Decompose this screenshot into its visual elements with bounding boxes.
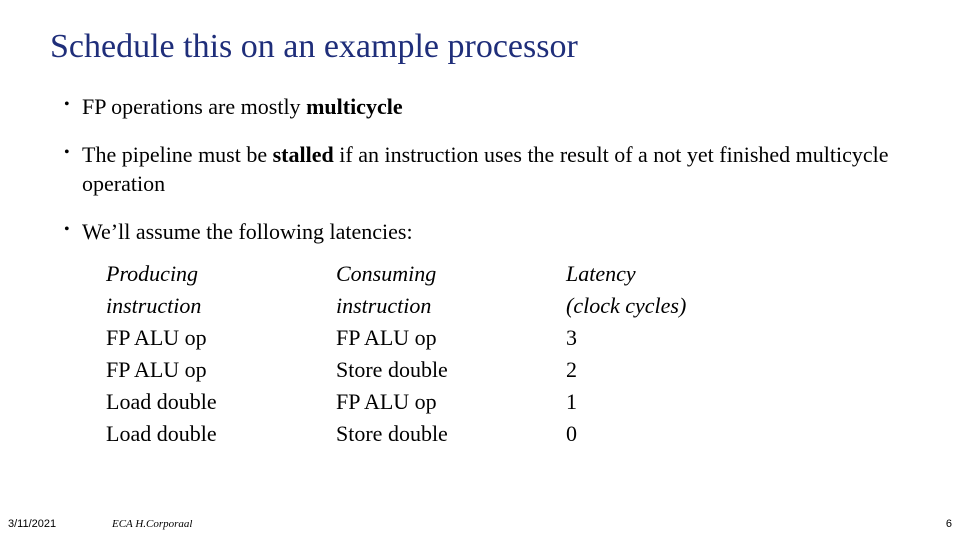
table-header-row: instruction instruction (clock cycles) [106, 290, 746, 322]
cell-producing: Load double [106, 386, 336, 418]
header-consuming: Consuming [336, 258, 566, 290]
cell-producing: FP ALU op [106, 354, 336, 386]
cell-producing: Load double [106, 418, 336, 450]
cell-latency: 0 [566, 418, 746, 450]
bullet-dot-icon: • [64, 92, 82, 122]
cell-latency: 2 [566, 354, 746, 386]
bold-span: stalled [273, 142, 334, 167]
cell-consuming: FP ALU op [336, 322, 566, 354]
bullet-list: • FP operations are mostly multicycle • … [64, 92, 910, 265]
cell-consuming: Store double [336, 354, 566, 386]
header-latency-sub: (clock cycles) [566, 290, 746, 322]
cell-latency: 3 [566, 322, 746, 354]
bullet-dot-icon: • [64, 140, 82, 199]
bullet-text: The pipeline must be stalled if an instr… [82, 140, 910, 199]
cell-producing: FP ALU op [106, 322, 336, 354]
header-latency: Latency [566, 258, 746, 290]
header-producing: Producing [106, 258, 336, 290]
text-span: FP operations are mostly [82, 94, 306, 119]
table-row: Load double FP ALU op 1 [106, 386, 746, 418]
table-row: FP ALU op FP ALU op 3 [106, 322, 746, 354]
table-row: FP ALU op Store double 2 [106, 354, 746, 386]
footer-date: 3/11/2021 [8, 518, 56, 530]
header-consuming-sub: instruction [336, 290, 566, 322]
bullet-dot-icon: • [64, 217, 82, 247]
bullet-item: • The pipeline must be stalled if an ins… [64, 140, 910, 199]
slide: Schedule this on an example processor • … [0, 0, 960, 540]
bullet-item: • FP operations are mostly multicycle [64, 92, 910, 122]
cell-consuming: Store double [336, 418, 566, 450]
header-producing-sub: instruction [106, 290, 336, 322]
bullet-text: FP operations are mostly multicycle [82, 92, 910, 122]
table-header-row: Producing Consuming Latency [106, 258, 746, 290]
cell-latency: 1 [566, 386, 746, 418]
bullet-item: • We’ll assume the following latencies: [64, 217, 910, 247]
slide-title: Schedule this on an example processor [50, 28, 578, 66]
bold-span: multicycle [306, 94, 403, 119]
footer-page-number: 6 [946, 518, 952, 530]
footer-author: ECA H.Corporaal [112, 518, 192, 530]
latency-table: Producing Consuming Latency instruction … [106, 258, 746, 450]
table-row: Load double Store double 0 [106, 418, 746, 450]
bullet-text: We’ll assume the following latencies: [82, 217, 910, 247]
text-span: The pipeline must be [82, 142, 273, 167]
cell-consuming: FP ALU op [336, 386, 566, 418]
